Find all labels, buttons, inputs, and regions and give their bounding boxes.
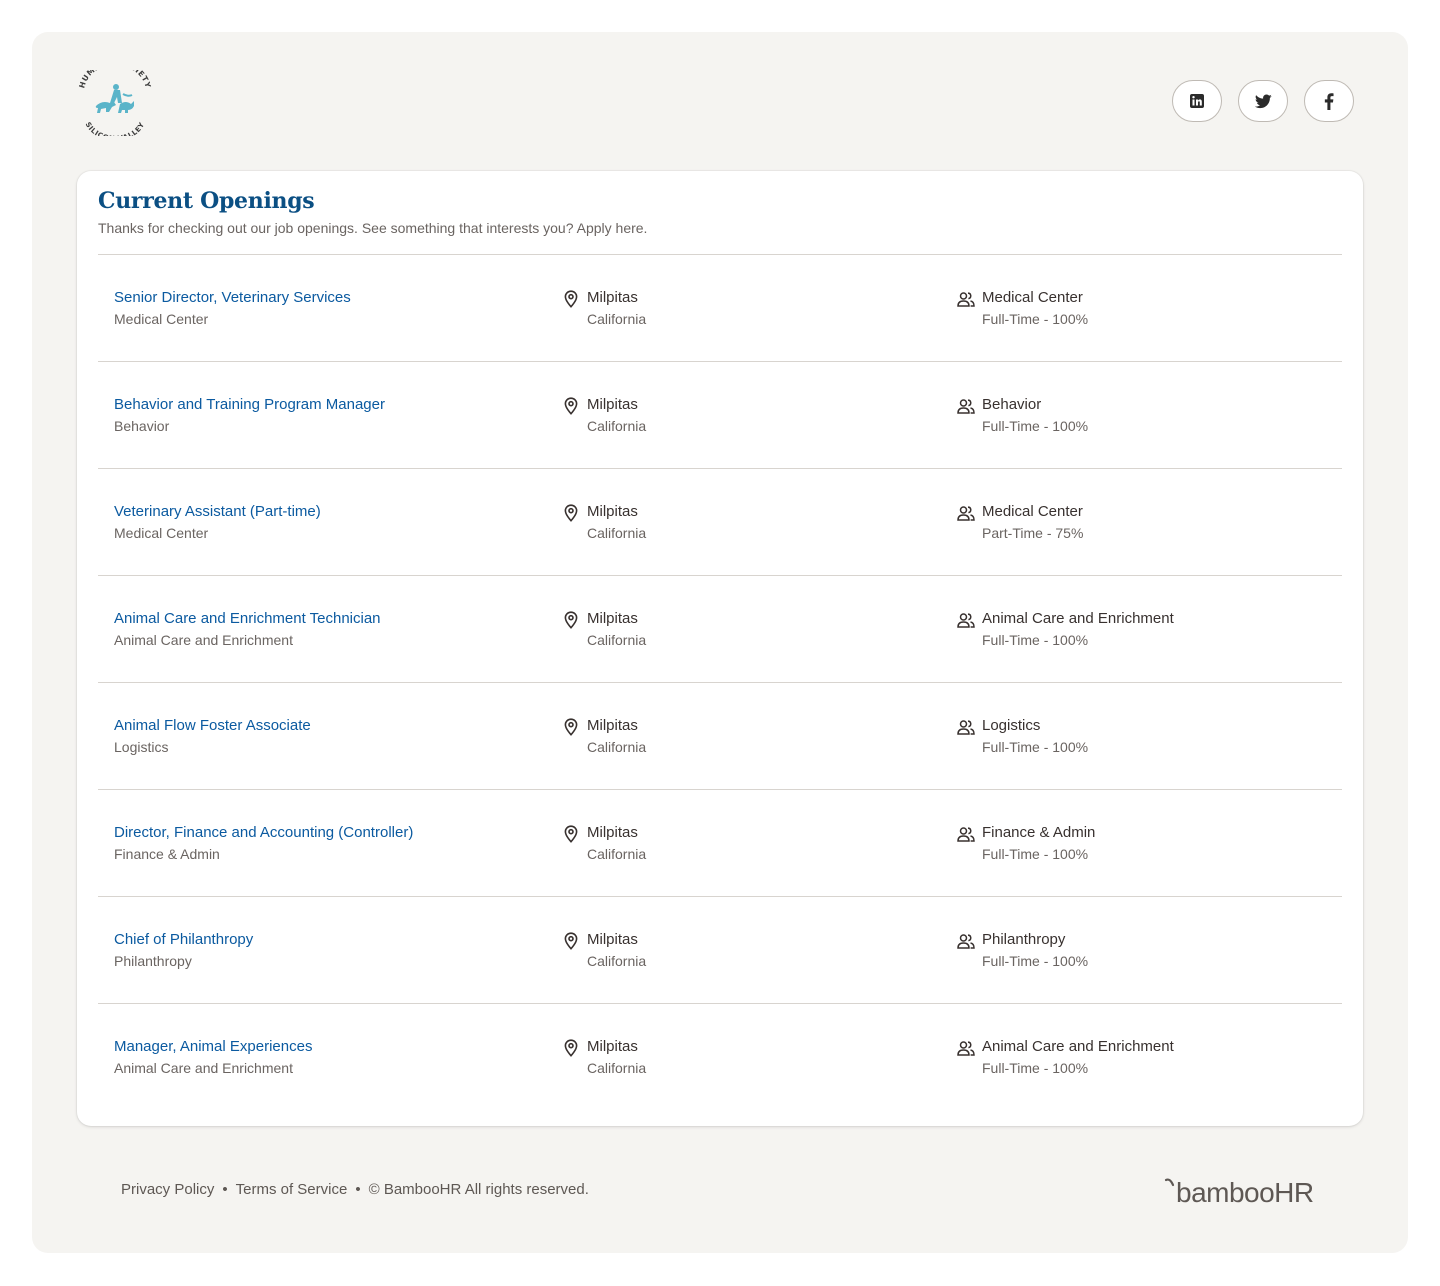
facebook-button[interactable] <box>1304 80 1354 122</box>
job-row: Chief of Philanthropy Philanthropy Milpita… <box>98 897 1342 1004</box>
job-team: Behavior <box>982 396 1042 413</box>
job-team: Medical Center <box>982 289 1083 306</box>
job-city: Milpitas <box>587 289 638 306</box>
location-pin-icon <box>564 397 578 415</box>
job-title-link[interactable]: Animal Care and Enrichment Technician <box>114 610 381 627</box>
job-employment-type: Full-Time - 100% <box>982 632 1089 648</box>
svg-text:SILICON VALLEY: SILICON VALLEY <box>84 121 147 136</box>
job-title-link[interactable]: Behavior and Training Program Manager <box>114 396 385 413</box>
job-list: Senior Director, Veterinary Services Medi… <box>98 255 1342 1111</box>
location-pin-icon <box>564 718 578 736</box>
location-pin-icon <box>564 611 578 629</box>
openings-card: Current Openings Thanks for checking out… <box>77 171 1363 1126</box>
job-city: Milpitas <box>587 1038 638 1055</box>
job-city: Milpitas <box>587 503 638 520</box>
job-employment-type: Full-Time - 100% <box>982 739 1089 755</box>
job-state: California <box>587 953 647 969</box>
page-subtitle: Thanks for checking out our job openings… <box>98 220 648 236</box>
linkedin-icon <box>1190 94 1204 108</box>
job-team: Animal Care and Enrichment <box>982 610 1174 627</box>
job-row: Senior Director, Veterinary Services Medi… <box>98 255 1342 362</box>
job-city: Milpitas <box>587 396 638 413</box>
facebook-icon <box>1324 92 1334 110</box>
job-city: Milpitas <box>587 931 638 948</box>
job-title-link[interactable]: Veterinary Assistant (Part-time) <box>114 503 321 520</box>
privacy-policy-link[interactable]: Privacy Policy <box>121 1181 214 1198</box>
location-pin-icon <box>564 1039 578 1057</box>
social-links <box>1172 80 1354 122</box>
job-city: Milpitas <box>587 610 638 627</box>
job-employment-type: Full-Time - 100% <box>982 953 1089 969</box>
bamboohr-logo[interactable]: bambooHR <box>1164 1176 1324 1208</box>
job-state: California <box>587 418 647 434</box>
job-department: Animal Care and Enrichment <box>114 1060 293 1076</box>
job-employment-type: Full-Time - 100% <box>982 1060 1089 1076</box>
job-team: Philanthropy <box>982 931 1066 948</box>
job-row: Veterinary Assistant (Part-time) Medical … <box>98 469 1342 576</box>
job-state: California <box>587 739 647 755</box>
job-employment-type: Full-Time - 100% <box>982 418 1089 434</box>
job-row: Director, Finance and Accounting (Contro… <box>98 790 1342 897</box>
job-department: Medical Center <box>114 311 209 327</box>
location-pin-icon <box>564 825 578 843</box>
job-department: Animal Care and Enrichment <box>114 632 293 648</box>
humane-society-logo[interactable]: HUMANE SOCIETY SILICON VALLEY <box>76 70 152 136</box>
footer: Privacy Policy • Terms of Service • © Ba… <box>121 1181 589 1198</box>
job-state: California <box>587 632 647 648</box>
job-team: Animal Care and Enrichment <box>982 1038 1174 1055</box>
terms-of-service-link[interactable]: Terms of Service <box>236 1181 348 1198</box>
people-icon <box>957 506 975 521</box>
job-title-link[interactable]: Chief of Philanthropy <box>114 931 253 948</box>
job-city: Milpitas <box>587 824 638 841</box>
copyright-text: © BambooHR All rights reserved. <box>368 1181 589 1198</box>
job-department: Medical Center <box>114 525 209 541</box>
job-row: Animal Flow Foster Associate Logistics Mil… <box>98 683 1342 790</box>
people-icon <box>957 613 975 628</box>
people-icon <box>957 720 975 735</box>
job-employment-type: Full-Time - 100% <box>982 311 1089 327</box>
twitter-icon <box>1254 93 1272 108</box>
location-pin-icon <box>564 932 578 950</box>
people-icon <box>957 827 975 842</box>
page-frame: HUMANE SOCIETY SILICON VALLEY <box>32 32 1408 1253</box>
people-icon <box>957 292 975 307</box>
job-department: Logistics <box>114 739 169 755</box>
people-icon <box>957 934 975 949</box>
job-city: Milpitas <box>587 717 638 734</box>
job-team: Logistics <box>982 717 1041 734</box>
job-row: Manager, Animal Experiences Animal Care a… <box>98 1004 1342 1111</box>
location-pin-icon <box>564 290 578 308</box>
job-title-link[interactable]: Director, Finance and Accounting (Contro… <box>114 824 413 841</box>
job-title-link[interactable]: Senior Director, Veterinary Services <box>114 289 351 306</box>
job-row: Animal Care and Enrichment Technician Ani… <box>98 576 1342 683</box>
job-department: Finance & Admin <box>114 846 220 862</box>
job-state: California <box>587 311 647 327</box>
job-department: Philanthropy <box>114 953 192 969</box>
page-title: Current Openings <box>98 188 315 214</box>
linkedin-button[interactable] <box>1172 80 1222 122</box>
job-state: California <box>587 525 647 541</box>
job-employment-type: Full-Time - 100% <box>982 846 1089 862</box>
twitter-button[interactable] <box>1238 80 1288 122</box>
job-state: California <box>587 1060 647 1076</box>
footer-separator: • <box>355 1181 361 1198</box>
bamboohr-logo-text: bambooHR <box>1176 1177 1314 1208</box>
job-team: Medical Center <box>982 503 1083 520</box>
people-icon <box>957 1041 975 1056</box>
footer-separator: • <box>222 1181 228 1198</box>
job-employment-type: Part-Time - 75% <box>982 525 1084 541</box>
job-title-link[interactable]: Manager, Animal Experiences <box>114 1038 312 1055</box>
job-row: Behavior and Training Program Manager Beh… <box>98 362 1342 469</box>
people-icon <box>957 399 975 414</box>
job-department: Behavior <box>114 418 170 434</box>
location-pin-icon <box>564 504 578 522</box>
job-state: California <box>587 846 647 862</box>
job-title-link[interactable]: Animal Flow Foster Associate <box>114 717 311 734</box>
job-team: Finance & Admin <box>982 824 1096 841</box>
